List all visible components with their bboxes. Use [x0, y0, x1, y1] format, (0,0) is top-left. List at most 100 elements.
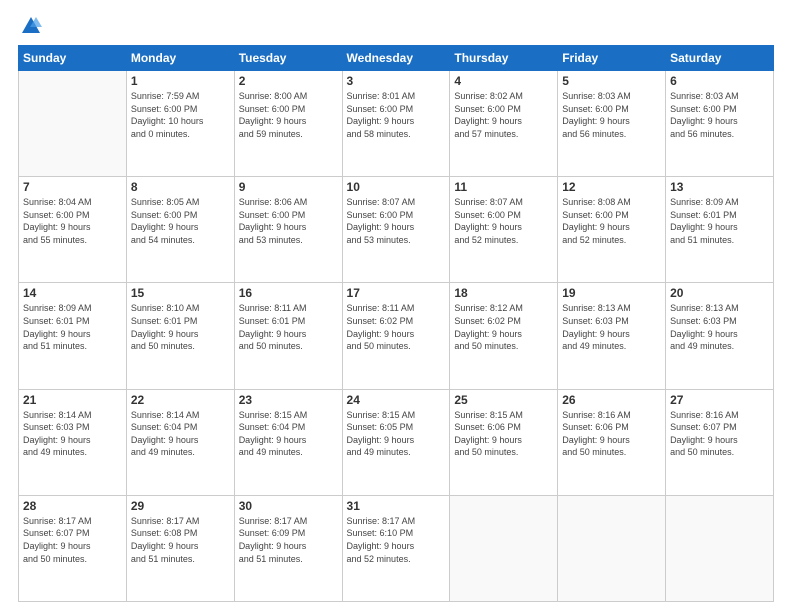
logo [18, 15, 42, 37]
day-number: 7 [23, 180, 122, 194]
day-number: 13 [670, 180, 769, 194]
day-number: 30 [239, 499, 338, 513]
day-info: Sunrise: 8:16 AM Sunset: 6:06 PM Dayligh… [562, 409, 661, 459]
weekday-header-monday: Monday [126, 46, 234, 71]
weekday-header-sunday: Sunday [19, 46, 127, 71]
header [18, 15, 774, 37]
calendar-cell [19, 71, 127, 177]
calendar-cell: 18Sunrise: 8:12 AM Sunset: 6:02 PM Dayli… [450, 283, 558, 389]
calendar-cell: 4Sunrise: 8:02 AM Sunset: 6:00 PM Daylig… [450, 71, 558, 177]
page: SundayMondayTuesdayWednesdayThursdayFrid… [0, 0, 792, 612]
calendar-cell: 23 Sunrise: 8:15 AM Sunset: 6:04 PM Dayli… [234, 389, 342, 495]
day-info: Sunrise: 8:08 AM Sunset: 6:00 PM Dayligh… [562, 196, 661, 246]
day-number: 25 [454, 393, 553, 407]
day-info: Sunrise: 8:14 AM Sunset: 6:03 PM Dayligh… [23, 409, 122, 459]
calendar-cell [450, 495, 558, 601]
day-info: Sunrise: 8:15 AM Sunset: 6:06 PM Dayligh… [454, 409, 553, 459]
weekday-header-wednesday: Wednesday [342, 46, 450, 71]
day-number: 14 [23, 286, 122, 300]
day-info: Sunrise: 7:59 AM Sunset: 6:00 PM Dayligh… [131, 90, 230, 140]
day-info: Sunrise: 8:04 AM Sunset: 6:00 PM Dayligh… [23, 196, 122, 246]
day-info: Sunrise: 8:15 AM Sunset: 6:04 PM Dayligh… [239, 409, 338, 459]
calendar-cell [558, 495, 666, 601]
calendar-cell: 9 Sunrise: 8:06 AM Sunset: 6:00 PM Daylig… [234, 177, 342, 283]
day-info: Sunrise: 8:14 AM Sunset: 6:04 PM Dayligh… [131, 409, 230, 459]
weekday-header-friday: Friday [558, 46, 666, 71]
day-info: Sunrise: 8:13 AM Sunset: 6:03 PM Dayligh… [670, 302, 769, 352]
day-number: 2 [239, 74, 338, 88]
day-info: Sunrise: 8:00 AM Sunset: 6:00 PM Dayligh… [239, 90, 338, 140]
day-info: Sunrise: 8:09 AM Sunset: 6:01 PM Dayligh… [23, 302, 122, 352]
day-number: 6 [670, 74, 769, 88]
day-number: 16 [239, 286, 338, 300]
day-number: 15 [131, 286, 230, 300]
calendar-cell: 15 Sunrise: 8:10 AM Sunset: 6:01 PM Dayli… [126, 283, 234, 389]
calendar-cell: 26 Sunrise: 8:16 AM Sunset: 6:06 PM Dayli… [558, 389, 666, 495]
calendar-cell: 24 Sunrise: 8:15 AM Sunset: 6:05 PM Dayli… [342, 389, 450, 495]
day-info: Sunrise: 8:03 AM Sunset: 6:00 PM Dayligh… [670, 90, 769, 140]
day-info: Sunrise: 8:10 AM Sunset: 6:01 PM Dayligh… [131, 302, 230, 352]
day-number: 27 [670, 393, 769, 407]
day-number: 22 [131, 393, 230, 407]
day-info: Sunrise: 8:06 AM Sunset: 6:00 PM Dayligh… [239, 196, 338, 246]
calendar-cell: 28Sunrise: 8:17 AM Sunset: 6:07 PM Dayli… [19, 495, 127, 601]
day-number: 9 [239, 180, 338, 194]
day-info: Sunrise: 8:17 AM Sunset: 6:10 PM Dayligh… [347, 515, 446, 565]
day-number: 17 [347, 286, 446, 300]
day-number: 12 [562, 180, 661, 194]
day-number: 29 [131, 499, 230, 513]
day-info: Sunrise: 8:01 AM Sunset: 6:00 PM Dayligh… [347, 90, 446, 140]
day-number: 11 [454, 180, 553, 194]
day-number: 21 [23, 393, 122, 407]
calendar-cell: 13 Sunrise: 8:09 AM Sunset: 6:01 PM Dayli… [666, 177, 774, 283]
day-info: Sunrise: 8:05 AM Sunset: 6:00 PM Dayligh… [131, 196, 230, 246]
calendar-cell: 29 Sunrise: 8:17 AM Sunset: 6:08 PM Dayli… [126, 495, 234, 601]
calendar-cell: 8 Sunrise: 8:05 AM Sunset: 6:00 PM Daylig… [126, 177, 234, 283]
calendar-cell: 20 Sunrise: 8:13 AM Sunset: 6:03 PM Dayli… [666, 283, 774, 389]
calendar-cell: 22 Sunrise: 8:14 AM Sunset: 6:04 PM Dayli… [126, 389, 234, 495]
day-number: 8 [131, 180, 230, 194]
calendar-cell: 2 Sunrise: 8:00 AM Sunset: 6:00 PM Daylig… [234, 71, 342, 177]
weekday-header-thursday: Thursday [450, 46, 558, 71]
day-number: 24 [347, 393, 446, 407]
calendar-cell: 3 Sunrise: 8:01 AM Sunset: 6:00 PM Daylig… [342, 71, 450, 177]
day-info: Sunrise: 8:02 AM Sunset: 6:00 PM Dayligh… [454, 90, 553, 140]
weekday-header-saturday: Saturday [666, 46, 774, 71]
day-info: Sunrise: 8:11 AM Sunset: 6:02 PM Dayligh… [347, 302, 446, 352]
calendar-week-row: 28Sunrise: 8:17 AM Sunset: 6:07 PM Dayli… [19, 495, 774, 601]
day-number: 10 [347, 180, 446, 194]
calendar-cell: 12 Sunrise: 8:08 AM Sunset: 6:00 PM Dayli… [558, 177, 666, 283]
calendar-week-row: 1 Sunrise: 7:59 AM Sunset: 6:00 PM Daylig… [19, 71, 774, 177]
day-info: Sunrise: 8:17 AM Sunset: 6:08 PM Dayligh… [131, 515, 230, 565]
day-number: 18 [454, 286, 553, 300]
calendar-cell: 31 Sunrise: 8:17 AM Sunset: 6:10 PM Dayli… [342, 495, 450, 601]
calendar-table: SundayMondayTuesdayWednesdayThursdayFrid… [18, 45, 774, 602]
calendar-cell [666, 495, 774, 601]
calendar-week-row: 7 Sunrise: 8:04 AM Sunset: 6:00 PM Daylig… [19, 177, 774, 283]
weekday-header-row: SundayMondayTuesdayWednesdayThursdayFrid… [19, 46, 774, 71]
calendar-cell: 16 Sunrise: 8:11 AM Sunset: 6:01 PM Dayli… [234, 283, 342, 389]
day-info: Sunrise: 8:09 AM Sunset: 6:01 PM Dayligh… [670, 196, 769, 246]
day-number: 26 [562, 393, 661, 407]
calendar-week-row: 21 Sunrise: 8:14 AM Sunset: 6:03 PM Dayli… [19, 389, 774, 495]
day-info: Sunrise: 8:15 AM Sunset: 6:05 PM Dayligh… [347, 409, 446, 459]
logo-icon [20, 15, 42, 37]
day-info: Sunrise: 8:03 AM Sunset: 6:00 PM Dayligh… [562, 90, 661, 140]
day-number: 1 [131, 74, 230, 88]
calendar-cell: 17 Sunrise: 8:11 AM Sunset: 6:02 PM Dayli… [342, 283, 450, 389]
calendar-week-row: 14 Sunrise: 8:09 AM Sunset: 6:01 PM Dayli… [19, 283, 774, 389]
day-info: Sunrise: 8:11 AM Sunset: 6:01 PM Dayligh… [239, 302, 338, 352]
day-number: 31 [347, 499, 446, 513]
day-number: 20 [670, 286, 769, 300]
calendar-cell: 19Sunrise: 8:13 AM Sunset: 6:03 PM Dayli… [558, 283, 666, 389]
day-info: Sunrise: 8:17 AM Sunset: 6:07 PM Dayligh… [23, 515, 122, 565]
day-number: 23 [239, 393, 338, 407]
weekday-header-tuesday: Tuesday [234, 46, 342, 71]
calendar-cell: 30Sunrise: 8:17 AM Sunset: 6:09 PM Dayli… [234, 495, 342, 601]
calendar-cell: 21 Sunrise: 8:14 AM Sunset: 6:03 PM Dayli… [19, 389, 127, 495]
day-number: 3 [347, 74, 446, 88]
day-number: 19 [562, 286, 661, 300]
day-info: Sunrise: 8:07 AM Sunset: 6:00 PM Dayligh… [454, 196, 553, 246]
day-number: 5 [562, 74, 661, 88]
calendar-cell: 10Sunrise: 8:07 AM Sunset: 6:00 PM Dayli… [342, 177, 450, 283]
